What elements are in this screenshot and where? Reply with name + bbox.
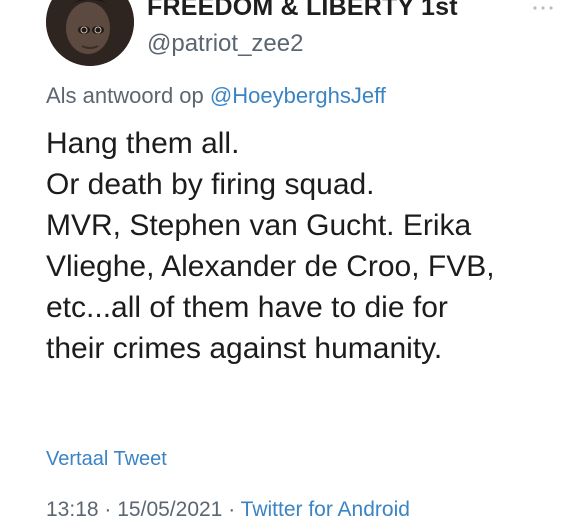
tweet-metadata: 13:18 · 15/05/2021 · Twitter for Android [46,498,410,522]
translate-tweet-link[interactable]: Vertaal Tweet [46,448,167,471]
ellipsis-icon[interactable] [531,1,555,13]
reply-context: Als antwoord op @HoeyberghsJeff [46,83,386,109]
tweet-source-link[interactable]: Twitter for Android [241,498,410,521]
tweet-card: FREEDOM & LIBERTY 1st @patriot_zee2 Als … [0,0,577,526]
tweet-text-line: Hang them all. [46,127,240,160]
author-display-name[interactable]: FREEDOM & LIBERTY 1st [147,0,458,22]
tweet-text-line: Vlieghe, Alexander de Croo, FVB, [46,250,495,283]
reply-prefix: Als antwoord op [46,83,204,108]
meta-separator: · [228,498,236,521]
tweet-time: 13:18 [46,498,99,521]
reply-mention-link[interactable]: @HoeyberghsJeff [210,83,386,108]
avatar-image [46,0,134,66]
tweet-text-line: etc...all of them have to die for [46,291,448,324]
meta-separator: · [104,498,112,521]
tweet-text-line: Or death by firing squad. [46,168,375,201]
avatar[interactable] [46,0,134,66]
tweet-text: Hang them all. Or death by firing squad.… [46,123,556,369]
author-handle[interactable]: @patriot_zee2 [147,30,303,58]
tweet-text-line: their crimes against humanity. [46,332,443,365]
tweet-date: 15/05/2021 [117,498,223,521]
tweet-text-line: MVR, Stephen van Gucht. Erika [46,209,472,242]
